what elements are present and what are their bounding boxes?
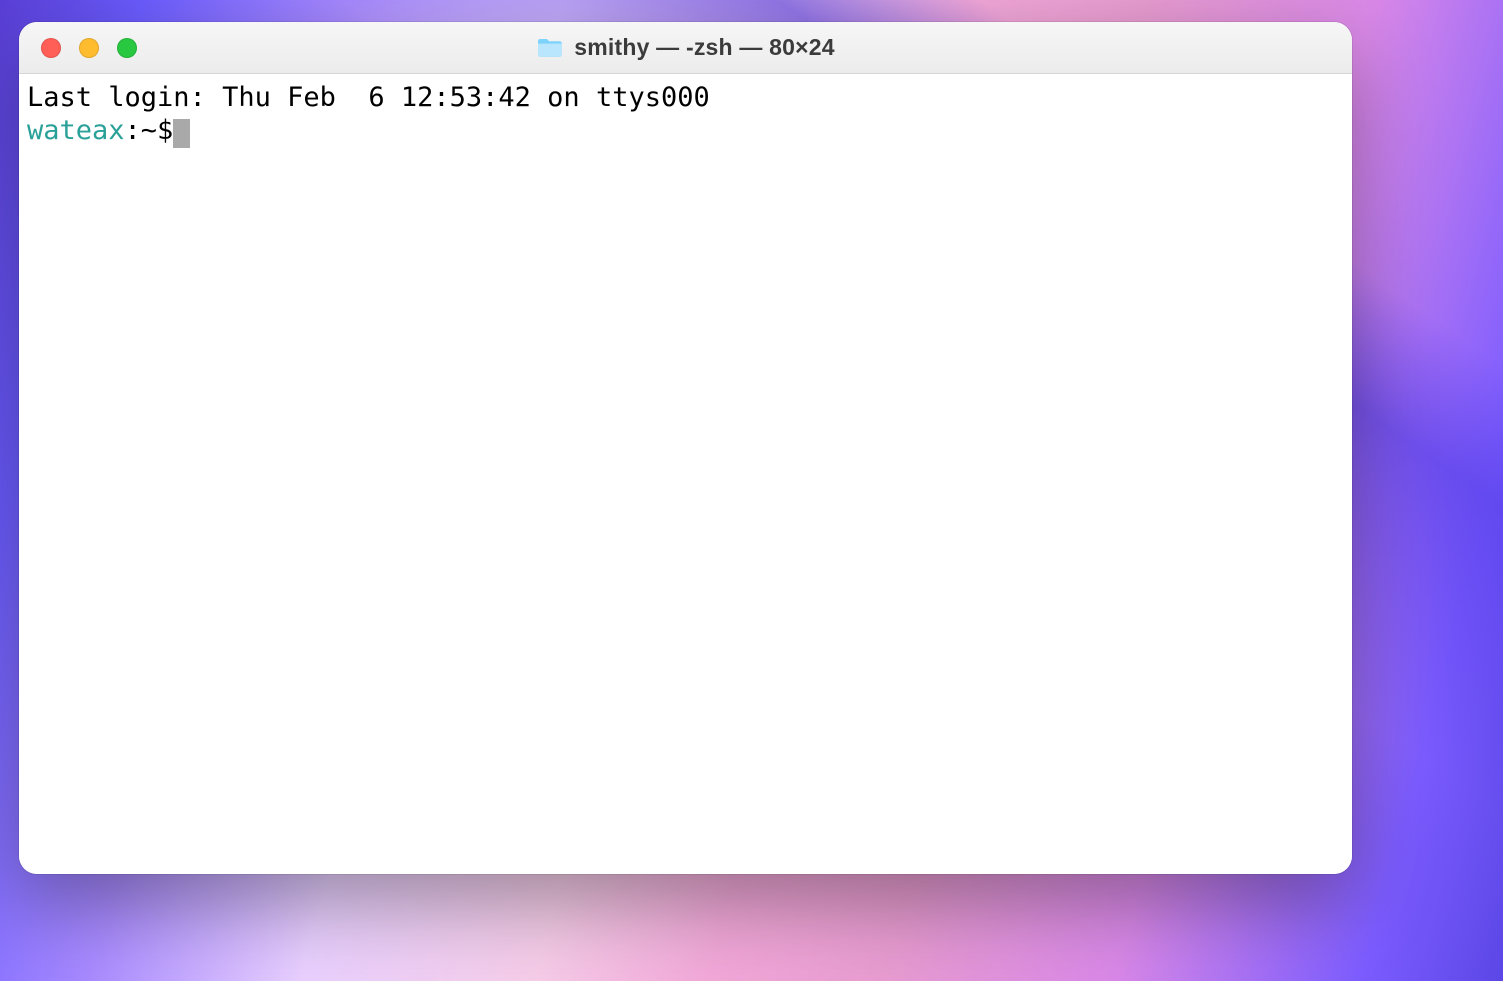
zoom-button[interactable] [117,38,137,58]
traffic-lights [19,38,137,58]
minimize-button[interactable] [79,38,99,58]
window-title-text: smithy — -zsh — 80×24 [574,34,835,61]
window-title: smithy — -zsh — 80×24 [19,34,1352,61]
prompt-tail: :~$ [125,115,174,146]
last-login-line: Last login: Thu Feb 6 12:53:42 on ttys00… [27,82,710,113]
prompt-user: wateax [27,115,125,146]
terminal-body[interactable]: Last login: Thu Feb 6 12:53:42 on ttys00… [19,74,1352,874]
terminal-window: smithy — -zsh — 80×24 Last login: Thu Fe… [19,22,1352,874]
close-button[interactable] [41,38,61,58]
terminal-cursor [173,119,190,148]
folder-icon [536,37,564,59]
titlebar[interactable]: smithy — -zsh — 80×24 [19,22,1352,74]
